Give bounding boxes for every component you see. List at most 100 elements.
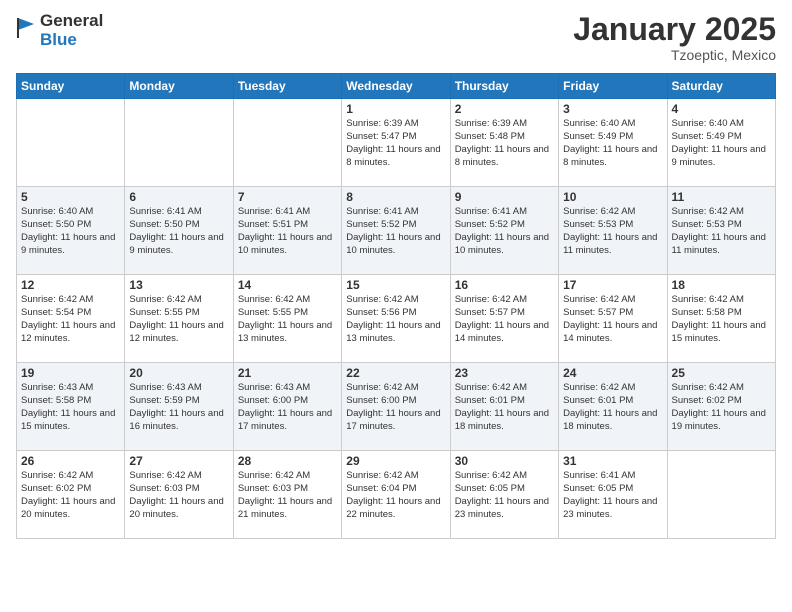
calendar-cell (125, 99, 233, 187)
day-number: 13 (129, 278, 228, 292)
calendar-cell: 17 Sunrise: 6:42 AM Sunset: 5:57 PM Dayli… (559, 275, 667, 363)
day-info: Sunrise: 6:42 AM Sunset: 5:58 PM Dayligh… (672, 294, 771, 345)
day-info: Sunrise: 6:42 AM Sunset: 5:53 PM Dayligh… (672, 206, 771, 257)
calendar-cell: 26Sunrise: 6:42 AM Sunset: 6:02 PM Dayli… (17, 451, 125, 539)
day-info: Sunrise: 6:42 AM Sunset: 5:55 PM Dayligh… (129, 294, 228, 345)
calendar-cell: 16Sunrise: 6:42 AM Sunset: 5:57 PM Dayli… (450, 275, 558, 363)
calendar-cell (17, 99, 125, 187)
month-title: January 2025 (573, 12, 776, 47)
day-number: 17 (563, 278, 662, 292)
calendar-cell (233, 99, 341, 187)
week-row-4: 19 Sunrise: 6:43 AM Sunset: 5:58 PM Dayli… (17, 363, 776, 451)
header-friday: Friday (559, 74, 667, 99)
week-row-5: 26Sunrise: 6:42 AM Sunset: 6:02 PM Dayli… (17, 451, 776, 539)
calendar-cell: 18 Sunrise: 6:42 AM Sunset: 5:58 PM Dayli… (667, 275, 775, 363)
day-info: Sunrise: 6:39 AM Sunset: 5:48 PM Dayligh… (455, 118, 554, 169)
day-info: Sunrise: 6:41 AM Sunset: 6:05 PM Dayligh… (563, 470, 662, 521)
day-number: 22 (346, 366, 445, 380)
location: Tzoeptic, Mexico (573, 47, 776, 63)
calendar-cell: 20Sunrise: 6:43 AM Sunset: 5:59 PM Dayli… (125, 363, 233, 451)
calendar-cell: 22 Sunrise: 6:42 AM Sunset: 6:00 PM Dayli… (342, 363, 450, 451)
day-number: 7 (238, 190, 337, 204)
day-info: Sunrise: 6:41 AM Sunset: 5:52 PM Dayligh… (346, 206, 445, 257)
header: General Blue January 2025 Tzoeptic, Mexi… (16, 12, 776, 63)
day-info: Sunrise: 6:43 AM Sunset: 6:00 PM Dayligh… (238, 382, 337, 433)
calendar-cell: 10Sunrise: 6:42 AM Sunset: 5:53 PM Dayli… (559, 187, 667, 275)
calendar-cell: 13 Sunrise: 6:42 AM Sunset: 5:55 PM Dayli… (125, 275, 233, 363)
header-thursday: Thursday (450, 74, 558, 99)
day-number: 28 (238, 454, 337, 468)
day-number: 11 (672, 190, 771, 204)
day-number: 23 (455, 366, 554, 380)
header-saturday: Saturday (667, 74, 775, 99)
calendar-cell: 8Sunrise: 6:41 AM Sunset: 5:52 PM Daylig… (342, 187, 450, 275)
days-header-row: SundayMondayTuesdayWednesdayThursdayFrid… (17, 74, 776, 99)
day-info: Sunrise: 6:42 AM Sunset: 5:57 PM Dayligh… (563, 294, 662, 345)
page: General Blue January 2025 Tzoeptic, Mexi… (0, 0, 792, 612)
day-number: 6 (129, 190, 228, 204)
calendar-cell: 15Sunrise: 6:42 AM Sunset: 5:56 PM Dayli… (342, 275, 450, 363)
day-number: 16 (455, 278, 554, 292)
day-number: 30 (455, 454, 554, 468)
logo-general: General (40, 12, 103, 31)
calendar-cell: 5 Sunrise: 6:40 AM Sunset: 5:50 PM Daylig… (17, 187, 125, 275)
calendar-cell: 14Sunrise: 6:42 AM Sunset: 5:55 PM Dayli… (233, 275, 341, 363)
day-info: Sunrise: 6:42 AM Sunset: 6:03 PM Dayligh… (129, 470, 228, 521)
day-number: 9 (455, 190, 554, 204)
calendar-cell: 28 Sunrise: 6:42 AM Sunset: 6:03 PM Dayli… (233, 451, 341, 539)
calendar-cell (667, 451, 775, 539)
logo-flag-icon (16, 16, 36, 40)
day-info: Sunrise: 6:42 AM Sunset: 6:02 PM Dayligh… (672, 382, 771, 433)
day-info: Sunrise: 6:41 AM Sunset: 5:51 PM Dayligh… (238, 206, 337, 257)
calendar-cell: 23 Sunrise: 6:42 AM Sunset: 6:01 PM Dayli… (450, 363, 558, 451)
day-number: 1 (346, 102, 445, 116)
day-info: Sunrise: 6:39 AM Sunset: 5:47 PM Dayligh… (346, 118, 445, 169)
day-number: 4 (672, 102, 771, 116)
day-number: 14 (238, 278, 337, 292)
day-info: Sunrise: 6:41 AM Sunset: 5:52 PM Dayligh… (455, 206, 554, 257)
day-number: 25 (672, 366, 771, 380)
calendar-cell: 3Sunrise: 6:40 AM Sunset: 5:49 PM Daylig… (559, 99, 667, 187)
day-number: 2 (455, 102, 554, 116)
day-info: Sunrise: 6:42 AM Sunset: 6:00 PM Dayligh… (346, 382, 445, 433)
header-sunday: Sunday (17, 74, 125, 99)
day-number: 29 (346, 454, 445, 468)
calendar-cell: 2 Sunrise: 6:39 AM Sunset: 5:48 PM Daylig… (450, 99, 558, 187)
week-row-2: 5 Sunrise: 6:40 AM Sunset: 5:50 PM Daylig… (17, 187, 776, 275)
day-info: Sunrise: 6:43 AM Sunset: 5:59 PM Dayligh… (129, 382, 228, 433)
calendar-cell: 29Sunrise: 6:42 AM Sunset: 6:04 PM Dayli… (342, 451, 450, 539)
day-info: Sunrise: 6:42 AM Sunset: 6:02 PM Dayligh… (21, 470, 120, 521)
week-row-3: 12 Sunrise: 6:42 AM Sunset: 5:54 PM Dayli… (17, 275, 776, 363)
day-info: Sunrise: 6:41 AM Sunset: 5:50 PM Dayligh… (129, 206, 228, 257)
calendar-cell: 12 Sunrise: 6:42 AM Sunset: 5:54 PM Dayli… (17, 275, 125, 363)
day-number: 19 (21, 366, 120, 380)
calendar-header: SundayMondayTuesdayWednesdayThursdayFrid… (17, 74, 776, 99)
calendar-cell: 24Sunrise: 6:42 AM Sunset: 6:01 PM Dayli… (559, 363, 667, 451)
day-number: 5 (21, 190, 120, 204)
calendar-cell: 9 Sunrise: 6:41 AM Sunset: 5:52 PM Daylig… (450, 187, 558, 275)
day-info: Sunrise: 6:40 AM Sunset: 5:50 PM Dayligh… (21, 206, 120, 257)
day-number: 24 (563, 366, 662, 380)
day-info: Sunrise: 6:42 AM Sunset: 6:03 PM Dayligh… (238, 470, 337, 521)
calendar-cell: 19 Sunrise: 6:43 AM Sunset: 5:58 PM Dayli… (17, 363, 125, 451)
day-number: 27 (129, 454, 228, 468)
day-number: 12 (21, 278, 120, 292)
day-number: 18 (672, 278, 771, 292)
calendar-cell: 21Sunrise: 6:43 AM Sunset: 6:00 PM Dayli… (233, 363, 341, 451)
day-info: Sunrise: 6:42 AM Sunset: 5:53 PM Dayligh… (563, 206, 662, 257)
day-info: Sunrise: 6:43 AM Sunset: 5:58 PM Dayligh… (21, 382, 120, 433)
day-info: Sunrise: 6:42 AM Sunset: 6:01 PM Dayligh… (455, 382, 554, 433)
header-wednesday: Wednesday (342, 74, 450, 99)
day-info: Sunrise: 6:42 AM Sunset: 6:05 PM Dayligh… (455, 470, 554, 521)
day-number: 31 (563, 454, 662, 468)
calendar-cell: 11 Sunrise: 6:42 AM Sunset: 5:53 PM Dayli… (667, 187, 775, 275)
day-number: 15 (346, 278, 445, 292)
calendar-body: 1 Sunrise: 6:39 AM Sunset: 5:47 PM Daylig… (17, 99, 776, 539)
logo-text: General Blue (40, 12, 103, 49)
day-info: Sunrise: 6:42 AM Sunset: 5:54 PM Dayligh… (21, 294, 120, 345)
calendar-cell: 25 Sunrise: 6:42 AM Sunset: 6:02 PM Dayli… (667, 363, 775, 451)
day-info: Sunrise: 6:40 AM Sunset: 5:49 PM Dayligh… (672, 118, 771, 169)
calendar-cell: 30 Sunrise: 6:42 AM Sunset: 6:05 PM Dayli… (450, 451, 558, 539)
calendar-cell: 1 Sunrise: 6:39 AM Sunset: 5:47 PM Daylig… (342, 99, 450, 187)
day-info: Sunrise: 6:40 AM Sunset: 5:49 PM Dayligh… (563, 118, 662, 169)
